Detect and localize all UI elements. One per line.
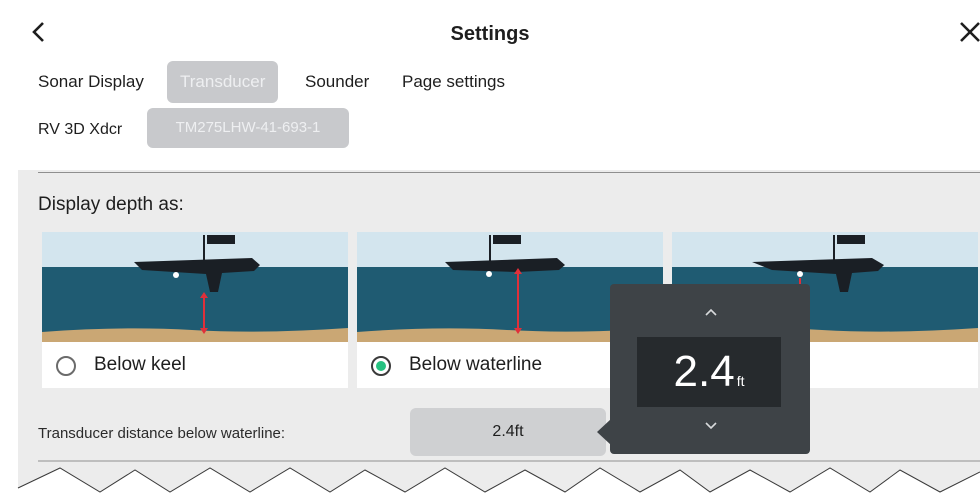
spinner-value-number: 2.4	[673, 347, 735, 396]
spinner-popup-pointer	[597, 419, 611, 445]
transducer-source-label: RV 3D Xdcr	[38, 121, 123, 138]
spinner-value-unit: ft	[736, 373, 745, 389]
depth-option-below-keel[interactable]: Below keel	[42, 232, 348, 388]
section-divider	[38, 172, 980, 173]
tab-transducer[interactable]: Transducer	[167, 61, 279, 103]
tab-sonar-display[interactable]: Sonar Display	[38, 61, 144, 103]
close-icon[interactable]	[958, 20, 980, 44]
tab-sounder[interactable]: Sounder	[305, 61, 369, 103]
below-keel-label: Below keel	[94, 354, 186, 375]
page-title: Settings	[450, 23, 530, 45]
torn-edge-decoration	[0, 458, 980, 493]
tab-page-settings[interactable]: Page settings	[402, 61, 505, 103]
display-depth-label: Display depth as:	[38, 194, 184, 215]
below-waterline-label: Below waterline	[409, 354, 543, 375]
transducer-model-chip[interactable]: TM275LHW-41-693-1	[147, 108, 349, 148]
below-keel-illustration	[42, 232, 348, 342]
chevron-down-icon[interactable]	[702, 420, 720, 432]
spinner-value[interactable]: 2.4 ft	[637, 337, 781, 407]
transducer-distance-label: Transducer distance below waterline:	[38, 425, 286, 442]
below-waterline-radio[interactable]	[371, 356, 391, 376]
chevron-up-icon[interactable]	[702, 306, 720, 318]
transducer-distance-field[interactable]: 2.4ft	[410, 408, 606, 456]
below-keel-radio[interactable]	[56, 356, 76, 376]
